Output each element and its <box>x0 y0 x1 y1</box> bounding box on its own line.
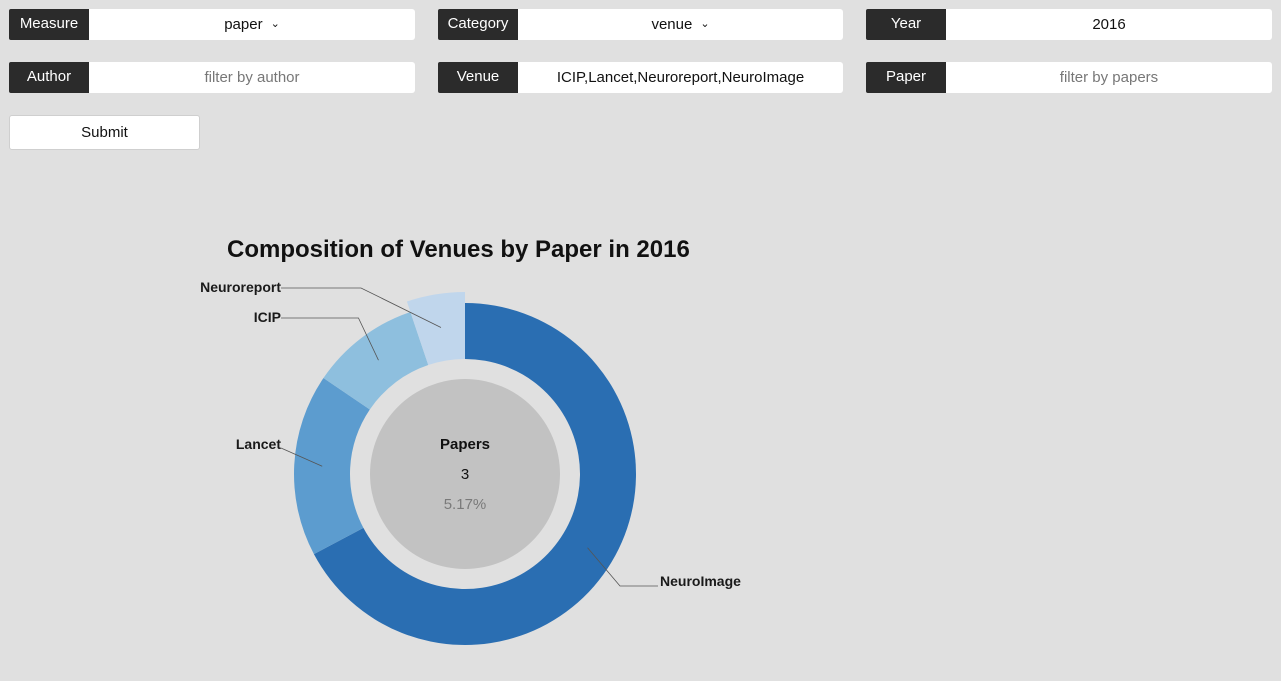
slice-lancet[interactable] <box>294 378 370 555</box>
slice-label-icip: ICIP <box>254 309 281 325</box>
donut-chart: Papers 3 5.17% NeuroImage Lancet ICIP Neuro… <box>200 279 741 645</box>
center-percent: 5.17% <box>444 496 487 513</box>
slice-label-lancet: Lancet <box>236 436 281 452</box>
slice-label-neuroimage: NeuroImage <box>660 573 741 589</box>
slice-label-neuroreport: Neuroreport <box>200 279 281 295</box>
center-title: Papers <box>440 436 490 453</box>
center-value: 3 <box>461 466 469 483</box>
